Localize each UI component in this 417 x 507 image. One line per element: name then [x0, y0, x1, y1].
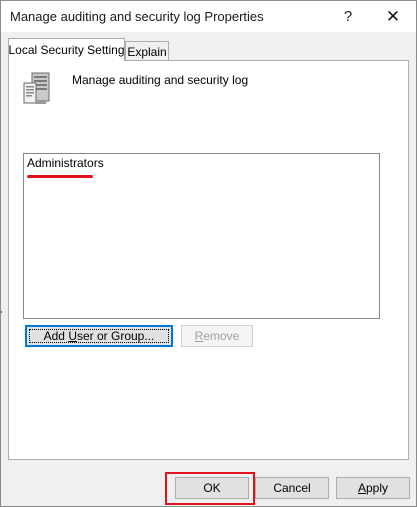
annotation-underline	[27, 175, 93, 178]
users-and-groups-list[interactable]: Administrators	[23, 153, 380, 319]
list-item[interactable]: Administrators	[27, 156, 104, 170]
apply-button[interactable]: Apply	[336, 477, 410, 499]
policy-name: Manage auditing and security log	[72, 73, 249, 87]
tab-explain[interactable]: Explain	[125, 41, 169, 61]
cancel-button[interactable]: Cancel	[255, 477, 329, 499]
window-title: Manage auditing and security log Propert…	[10, 9, 264, 24]
help-button[interactable]: ?	[325, 1, 371, 32]
ok-button[interactable]: OK	[175, 477, 249, 499]
close-button[interactable]: ✕	[370, 1, 416, 32]
button-label: Remove	[194, 329, 240, 343]
divider	[1, 311, 2, 313]
title-bar: Manage auditing and security log Propert…	[1, 1, 416, 32]
tab-label: Local Security Setting	[8, 43, 125, 57]
properties-dialog: Manage auditing and security log Propert…	[0, 0, 417, 507]
add-user-or-group-button[interactable]: Add User or Group...	[25, 325, 173, 347]
remove-button[interactable]: Remove	[181, 325, 253, 347]
tab-local-security-setting[interactable]: Local Security Setting	[8, 38, 125, 61]
tab-label: Explain	[127, 44, 167, 59]
local-security-setting-panel: Manage auditing and security log Adminis…	[8, 60, 409, 460]
button-label: Apply	[357, 481, 389, 495]
server-policy-icon	[23, 72, 50, 104]
focus-rectangle	[29, 329, 169, 343]
